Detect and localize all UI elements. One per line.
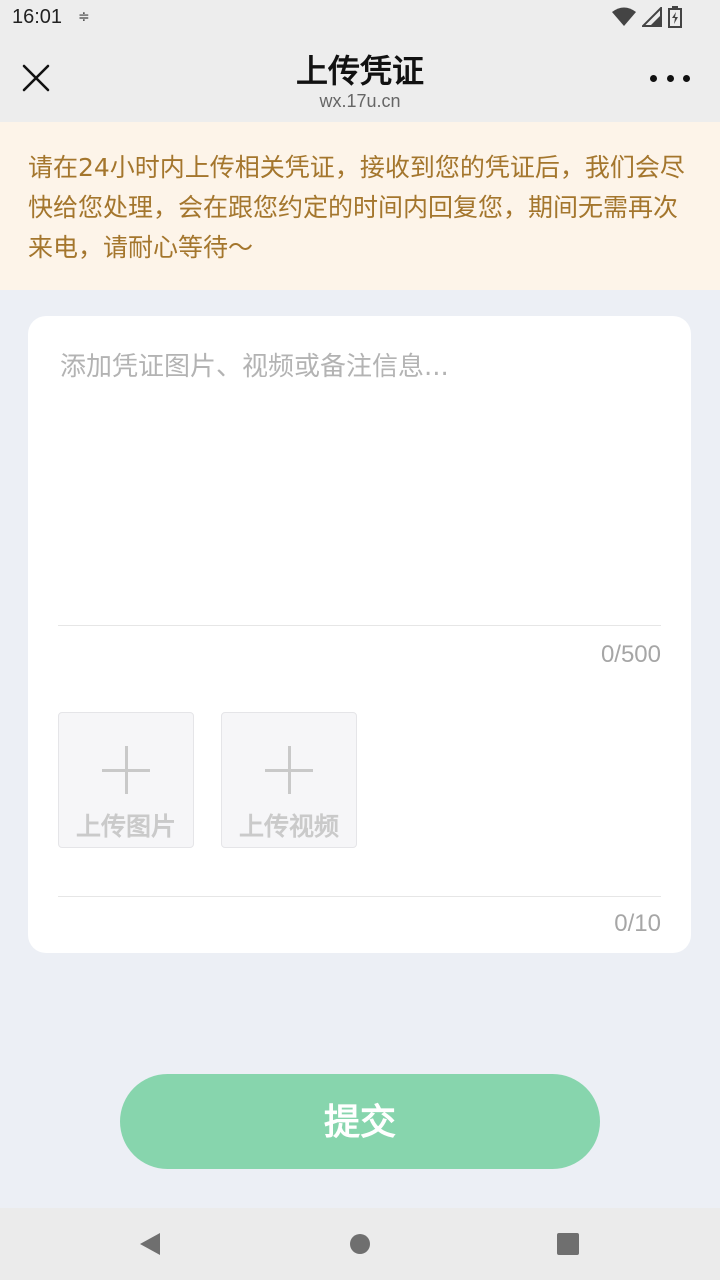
divider <box>58 896 661 897</box>
page-title: 上传凭证 <box>295 52 424 90</box>
back-icon[interactable] <box>138 1232 162 1256</box>
submit-button[interactable]: 提交 <box>120 1074 600 1169</box>
status-icons <box>612 6 682 28</box>
text-counter: 0/500 <box>600 641 661 668</box>
status-bar: 16:01 ≑ <box>0 0 720 36</box>
upload-video-button[interactable]: 上传视频 <box>221 712 357 848</box>
page-url: wx.17u.cn <box>319 91 401 111</box>
more-icon[interactable] <box>650 68 690 88</box>
home-icon[interactable] <box>350 1234 370 1254</box>
more-dot <box>650 74 657 82</box>
notification-icon: ≑ <box>78 9 90 25</box>
status-time: 16:01 <box>12 6 63 28</box>
more-dot <box>683 74 690 82</box>
upload-video-label: 上传视频 <box>238 812 339 841</box>
system-nav-bar <box>0 1208 720 1280</box>
nav-bar: 上传凭证 wx.17u.cn <box>0 36 720 122</box>
plus-icon <box>265 746 313 794</box>
battery-charging-icon <box>668 6 682 28</box>
divider <box>58 625 661 626</box>
notice-banner: 请在24小时内上传相关凭证，接收到您的凭证后，我们会尽快给您处理，会在跟您约定的… <box>0 122 720 290</box>
upload-image-label: 上传图片 <box>75 812 176 841</box>
recent-apps-icon[interactable] <box>557 1233 579 1255</box>
wifi-icon <box>612 7 636 26</box>
remark-input[interactable] <box>58 344 662 618</box>
more-dot <box>666 74 674 82</box>
plus-icon <box>102 746 150 794</box>
upload-card: 0/500 上传图片 上传视频 0/10 <box>28 316 691 953</box>
media-counter: 0/10 <box>614 910 661 937</box>
signal-icon <box>642 7 662 27</box>
upload-image-button[interactable]: 上传图片 <box>58 712 194 848</box>
notice-text: 请在24小时内上传相关凭证，接收到您的凭证后，我们会尽快给您处理，会在跟您约定的… <box>28 153 685 262</box>
